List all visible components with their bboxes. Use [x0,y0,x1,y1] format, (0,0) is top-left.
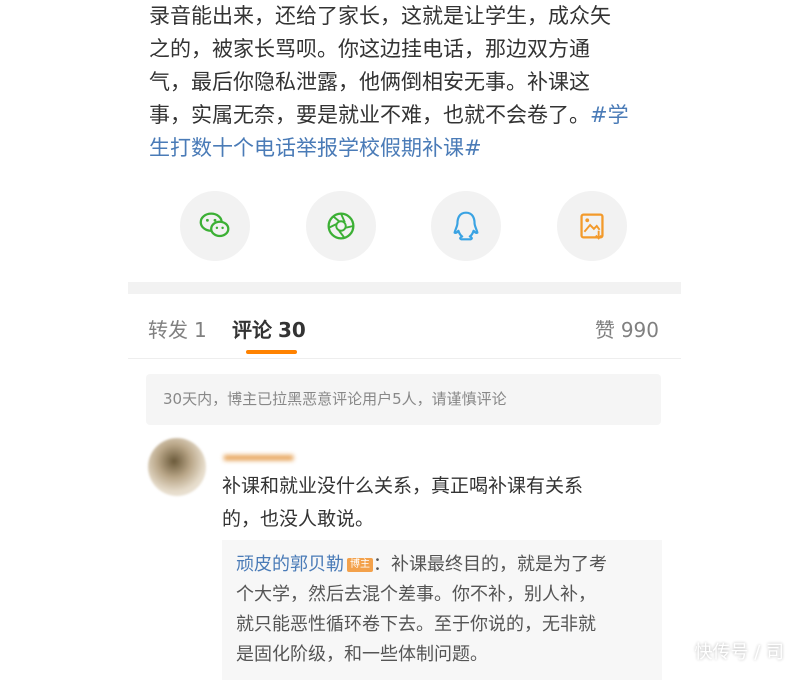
hashtag-link-continued[interactable]: 生打数十个电话举报学校假期补课# [149,132,669,165]
reply-line: 顽皮的郭贝勒 博主 ：补课最终目的，就是为了考 [236,550,648,580]
avatar[interactable] [148,438,206,496]
interaction-tabs: 转发 1 评论 30 赞 990 [128,294,681,359]
comment-notice: 30天内，博主已拉黑恶意评论用户5人，请谨慎评论 [146,374,661,425]
reply-line: 个大学，然后去混个差事。你不补，别人补， [236,584,596,605]
tab-repost[interactable]: 转发 1 [148,314,207,343]
comment-username-blurred[interactable]: ▂▂▂▂▂ [224,440,293,461]
qq-icon [453,211,479,241]
post-line: 之的，被家长骂呗。你这边挂电话，那边双方通 [149,37,590,61]
tab-likes-label: 赞 [594,318,615,342]
hashtag-link[interactable]: #学 [590,103,629,127]
post-line: 事，实属无奈，要是就业不难，也就不会卷了。 [149,103,590,127]
tab-comments-label: 评论 [232,318,272,342]
post-line: 气，最后你隐私泄露，他俩倒相安无事。补课这 [149,70,590,94]
comment-text: 补课和就业没什么关系，真正喝补课有关系 的，也没人敢说。 [222,470,662,536]
tab-likes[interactable]: 赞 990 [595,314,659,343]
reply-line: 就只能恶性循环卷下去。至于你说的，无非就 [236,614,596,635]
reply-line: 是固化阶级，和一些体制问题。 [236,644,488,665]
comment-text-line: 补课和就业没什么关系，真正喝补课有关系 [222,475,584,497]
post-body: 录音能出来，还给了家长，这就是让学生，成众矢 之的，被家长骂呗。你这边挂电话，那… [149,0,669,165]
wechat-icon [199,212,230,238]
post-page: 录音能出来，还给了家长，这就是让学生，成众矢 之的，被家长骂呗。你这边挂电话，那… [128,0,681,680]
post-line-with-hashtag: 事，实属无奈，要是就业不难，也就不会卷了。#学 [149,99,669,132]
reply-box[interactable]: 顽皮的郭贝勒 博主 ：补课最终目的，就是为了考 个大学，然后去混个差事。你不补，别人… [222,540,662,680]
moments-icon [327,212,355,240]
share-moments-button[interactable] [306,191,376,261]
tab-comments[interactable]: 评论 30 [232,314,306,343]
share-row [180,191,650,263]
watermark: 快传号 / 司 [694,642,784,663]
share-wechat-button[interactable] [180,191,250,261]
tab-comments-count: 30 [278,318,306,342]
save-image-button[interactable] [557,191,627,261]
tab-repost-label: 转发 [148,318,188,342]
active-tab-indicator [246,350,297,354]
save-image-icon [580,213,604,240]
reply-username[interactable]: 顽皮的郭贝勒 [236,554,344,575]
tab-likes-count: 990 [620,318,659,342]
section-separator [128,282,681,294]
owner-badge: 博主 [347,558,373,572]
comment-text-line: 的，也没人敢说。 [222,508,375,530]
share-qq-button[interactable] [431,191,501,261]
reply-text: ：补课最终目的，就是为了考 [373,554,607,575]
post-line: 录音能出来，还给了家长，这就是让学生，成众矢 [149,4,611,28]
tab-repost-count: 1 [194,318,207,342]
